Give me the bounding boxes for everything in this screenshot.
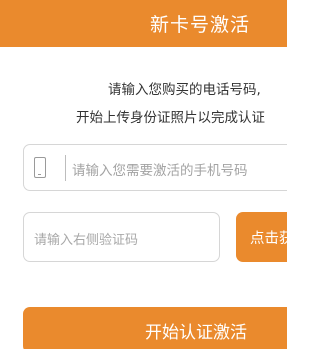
phone-number-input[interactable]: 请输入您需要激活的手机号码: [72, 159, 248, 179]
start-verification-button[interactable]: 开始认证激活: [23, 307, 287, 349]
page-title: 新卡号激活: [150, 14, 251, 36]
start-verification-label: 开始认证激活: [145, 323, 247, 343]
activation-page: 新卡号激活 请输入您购买的电话号码, 开始上传身份证照片以完成认证 请输入您需要…: [0, 0, 287, 349]
get-code-label: 点击获取: [250, 231, 287, 247]
title-bar: 新卡号激活: [0, 0, 287, 47]
verification-code-input[interactable]: 请输入右侧验证码: [34, 229, 138, 248]
instruction-line-1: 请输入您购买的电话号码,: [108, 82, 261, 98]
instruction-line-2: 开始上传身份证照片以完成认证: [76, 110, 265, 126]
get-code-button[interactable]: 点击获取: [236, 212, 287, 262]
mobile-phone-icon: [34, 157, 46, 178]
phone-number-field[interactable]: 请输入您需要激活的手机号码: [23, 144, 287, 191]
verification-code-field[interactable]: 请输入右侧验证码: [23, 212, 220, 262]
field-divider: [65, 155, 66, 181]
